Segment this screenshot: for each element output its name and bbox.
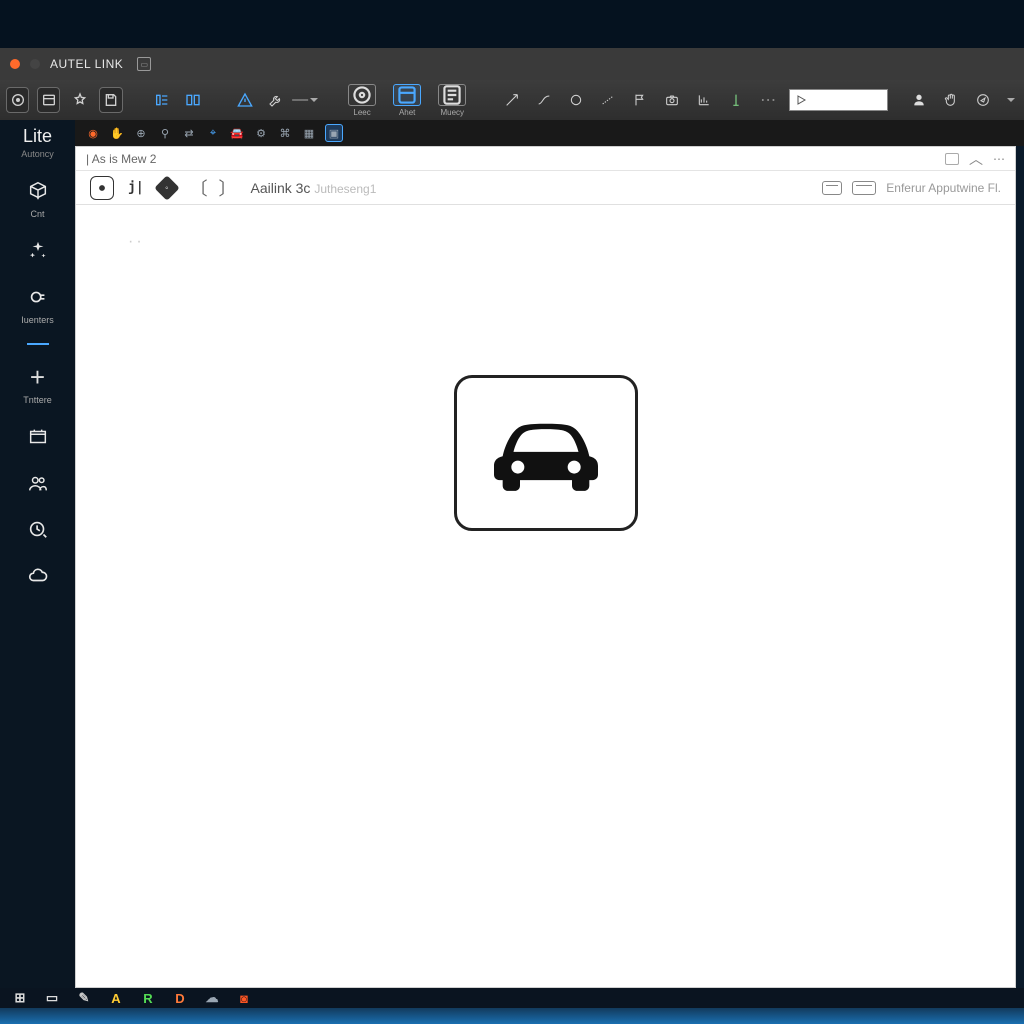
plus-icon: +: [24, 363, 52, 391]
columns-icon[interactable]: [182, 87, 205, 113]
document-title: Aailink 3c Jutheseng1: [251, 180, 377, 196]
sidebar-item-clock[interactable]: [0, 515, 75, 543]
axis-icon[interactable]: ⌖: [205, 125, 221, 141]
sidebar-item-frame[interactable]: [0, 423, 75, 451]
grid-icon[interactable]: ▦: [301, 125, 317, 141]
taskbar-app-a[interactable]: A: [108, 990, 124, 1006]
diamond-icon[interactable]: ◦: [154, 175, 179, 200]
canvas[interactable]: ··: [76, 205, 1015, 987]
window-close-dot[interactable]: [10, 59, 20, 69]
sidebar-item-iuenters[interactable]: Iuenters: [0, 283, 75, 325]
panel-icon[interactable]: [37, 87, 60, 113]
settings-dropdown[interactable]: [1002, 87, 1018, 113]
compass-icon[interactable]: [970, 87, 996, 113]
ruler-icon[interactable]: [723, 87, 749, 113]
taskbar-cloud[interactable]: ☁: [204, 990, 220, 1006]
sidebar-item-sparkle[interactable]: [0, 237, 75, 265]
people-icon: [24, 469, 52, 497]
pin-icon[interactable]: ⚲: [157, 125, 173, 141]
flag-icon[interactable]: [627, 87, 653, 113]
document-icon: ▭: [137, 57, 151, 71]
cube-icon: [24, 177, 52, 205]
sidebar-item-cloud[interactable]: [0, 561, 75, 589]
list-icon[interactable]: [151, 87, 174, 113]
chevron-up-icon[interactable]: ︿: [969, 149, 983, 169]
sidebar-title: Lite: [23, 126, 52, 147]
star-icon[interactable]: [68, 87, 91, 113]
camera-icon[interactable]: [659, 87, 685, 113]
sidebar-item-divider: [0, 343, 75, 345]
main-toolbar: — Leec Ahet Muecy ⋯: [0, 80, 1024, 120]
vehicle-icon[interactable]: 🚘: [229, 125, 245, 141]
wrench-icon[interactable]: [264, 87, 287, 113]
titlebar: AUTEL LINK ▭: [0, 48, 1024, 80]
dropdown-icon[interactable]: —: [295, 87, 315, 113]
grab-icon[interactable]: ✋: [109, 125, 125, 141]
layout-icon: [24, 423, 52, 451]
sidebar-subtitle: Autoncy: [21, 149, 54, 159]
taskbar-app-red[interactable]: ◙: [236, 990, 252, 1006]
search-input[interactable]: [789, 89, 888, 111]
warning-icon[interactable]: [233, 87, 256, 113]
save-icon[interactable]: [99, 87, 122, 113]
sidebar-item-cnt[interactable]: Cnt: [0, 177, 75, 219]
tool-muecy[interactable]: Muecy: [434, 84, 471, 117]
taskbar-app-r[interactable]: R: [140, 990, 156, 1006]
taskbar-explorer[interactable]: ▭: [44, 990, 60, 1006]
circle-icon[interactable]: [563, 87, 589, 113]
arrow-icon[interactable]: [499, 87, 525, 113]
misc-tools-group: ⋯: [499, 87, 781, 113]
right-hint-label: Enferur Apputwine Fl.: [886, 181, 1001, 195]
taskbar-start[interactable]: ⊞: [12, 990, 28, 1006]
transfer-icon[interactable]: ⇄: [181, 125, 197, 141]
sidebar-item-add[interactable]: + Tnttere: [0, 363, 75, 405]
dotted-icon[interactable]: [595, 87, 621, 113]
document-subbar: j| ◦ 〔 〕 Aailink 3c Jutheseng1 Enferur A…: [76, 171, 1015, 205]
home-button[interactable]: [6, 87, 29, 113]
sidebar: Lite Autoncy Cnt Iuenters + Tnttere: [0, 120, 75, 988]
sparkle-icon: [24, 237, 52, 265]
chart-icon[interactable]: [691, 87, 717, 113]
more-dots-icon[interactable]: ⋯: [755, 87, 781, 113]
bracket-icon[interactable]: 〔 〕: [190, 175, 237, 201]
car-icon: [481, 403, 611, 503]
curve-icon[interactable]: [531, 87, 557, 113]
cloud-icon: [24, 561, 52, 589]
target-icon[interactable]: ◉: [85, 125, 101, 141]
active-tool-icon[interactable]: ▣: [325, 124, 343, 142]
user-icon[interactable]: [906, 87, 932, 113]
scroll-icon[interactable]: ⌘: [277, 125, 293, 141]
document-frame: | As is Mew 2 ︿ ⋯ j| ◦ 〔 〕 Aailink 3c Ju…: [75, 146, 1016, 988]
document-tab[interactable]: | As is Mew 2: [86, 152, 156, 166]
more-icon[interactable]: ⋯: [993, 152, 1005, 166]
hand-icon[interactable]: [938, 87, 964, 113]
aspect-icon[interactable]: [822, 181, 842, 195]
vehicle-tile[interactable]: [454, 375, 638, 531]
window-top-margin: [0, 0, 1024, 48]
tool-leec[interactable]: Leec: [344, 84, 381, 117]
pause-icon[interactable]: j|: [128, 180, 144, 195]
screen-icon[interactable]: [852, 181, 876, 195]
plug-icon: [24, 283, 52, 311]
globe-icon[interactable]: ⊕: [133, 125, 149, 141]
app-title: AUTEL LINK: [50, 57, 123, 71]
window-restore-icon[interactable]: [945, 153, 959, 165]
tool-ahet[interactable]: Ahet: [389, 84, 426, 117]
taskbar-app-d[interactable]: D: [172, 990, 188, 1006]
document-tabbar: | As is Mew 2 ︿ ⋯: [76, 147, 1015, 171]
secondary-toolbar: ◉ ✋ ⊕ ⚲ ⇄ ⌖ 🚘 ⚙ ⌘ ▦ ▣: [75, 120, 1024, 146]
ellipsis-icon: ··: [128, 233, 145, 251]
window-min-dot[interactable]: [30, 59, 40, 69]
sidebar-item-people[interactable]: [0, 469, 75, 497]
gear-icon[interactable]: ⚙: [253, 125, 269, 141]
taskbar-pen[interactable]: ✎: [76, 990, 92, 1006]
taskbar-glow: [0, 1008, 1024, 1024]
divider-icon: [27, 343, 49, 345]
taskbar: ⊞ ▭ ✎ A R D ☁ ◙: [0, 988, 1024, 1008]
clock-icon: [24, 515, 52, 543]
record-button[interactable]: [90, 176, 114, 200]
toolbar-right-group: [906, 87, 1018, 113]
